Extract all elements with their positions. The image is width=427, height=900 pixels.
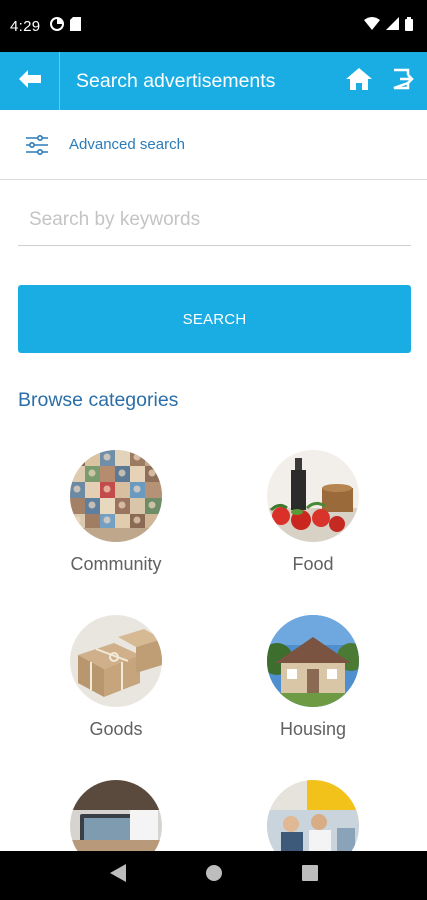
data-saver-icon bbox=[50, 16, 65, 36]
page-title: Search advertisements bbox=[76, 69, 276, 92]
home-button[interactable] bbox=[339, 52, 379, 110]
home-icon bbox=[346, 67, 372, 95]
status-time: 4:29 bbox=[10, 17, 41, 35]
community-image bbox=[70, 450, 162, 542]
category-label: Housing bbox=[279, 719, 347, 739]
goods-image bbox=[70, 615, 162, 707]
back-triangle-icon[interactable] bbox=[109, 864, 126, 887]
advanced-search-link[interactable]: Advanced search bbox=[69, 136, 185, 153]
arrow-left-icon bbox=[18, 69, 41, 93]
sim-card-icon bbox=[70, 16, 82, 36]
signal-icon bbox=[386, 17, 399, 35]
browse-categories-heading: Browse categories bbox=[18, 389, 179, 411]
housing-image bbox=[267, 615, 359, 707]
category-community[interactable]: Community bbox=[21, 450, 211, 575]
category-label: Food bbox=[292, 554, 334, 574]
exit-button[interactable] bbox=[379, 52, 427, 110]
search-field bbox=[18, 196, 411, 246]
system-nav-bar bbox=[0, 851, 427, 900]
home-circle-icon[interactable] bbox=[205, 864, 223, 887]
food-image bbox=[267, 450, 359, 542]
category-food[interactable]: Food bbox=[218, 450, 408, 575]
status-bar: 4:29 bbox=[0, 0, 427, 52]
battery-icon bbox=[405, 16, 413, 36]
category-housing[interactable]: Housing bbox=[218, 615, 408, 740]
back-button[interactable] bbox=[0, 52, 60, 110]
sliders-icon bbox=[25, 133, 49, 157]
exit-icon bbox=[392, 68, 414, 95]
category-label: Goods bbox=[89, 719, 143, 739]
search-button[interactable]: SEARCH bbox=[18, 285, 411, 353]
app-bar: Search advertisements bbox=[0, 52, 427, 110]
category-label: Community bbox=[70, 554, 162, 574]
wifi-icon bbox=[364, 17, 380, 35]
search-input[interactable] bbox=[18, 196, 411, 244]
advanced-search-row[interactable]: Advanced search bbox=[0, 110, 427, 180]
recents-square-icon[interactable] bbox=[301, 865, 318, 886]
category-goods[interactable]: Goods bbox=[21, 615, 211, 740]
